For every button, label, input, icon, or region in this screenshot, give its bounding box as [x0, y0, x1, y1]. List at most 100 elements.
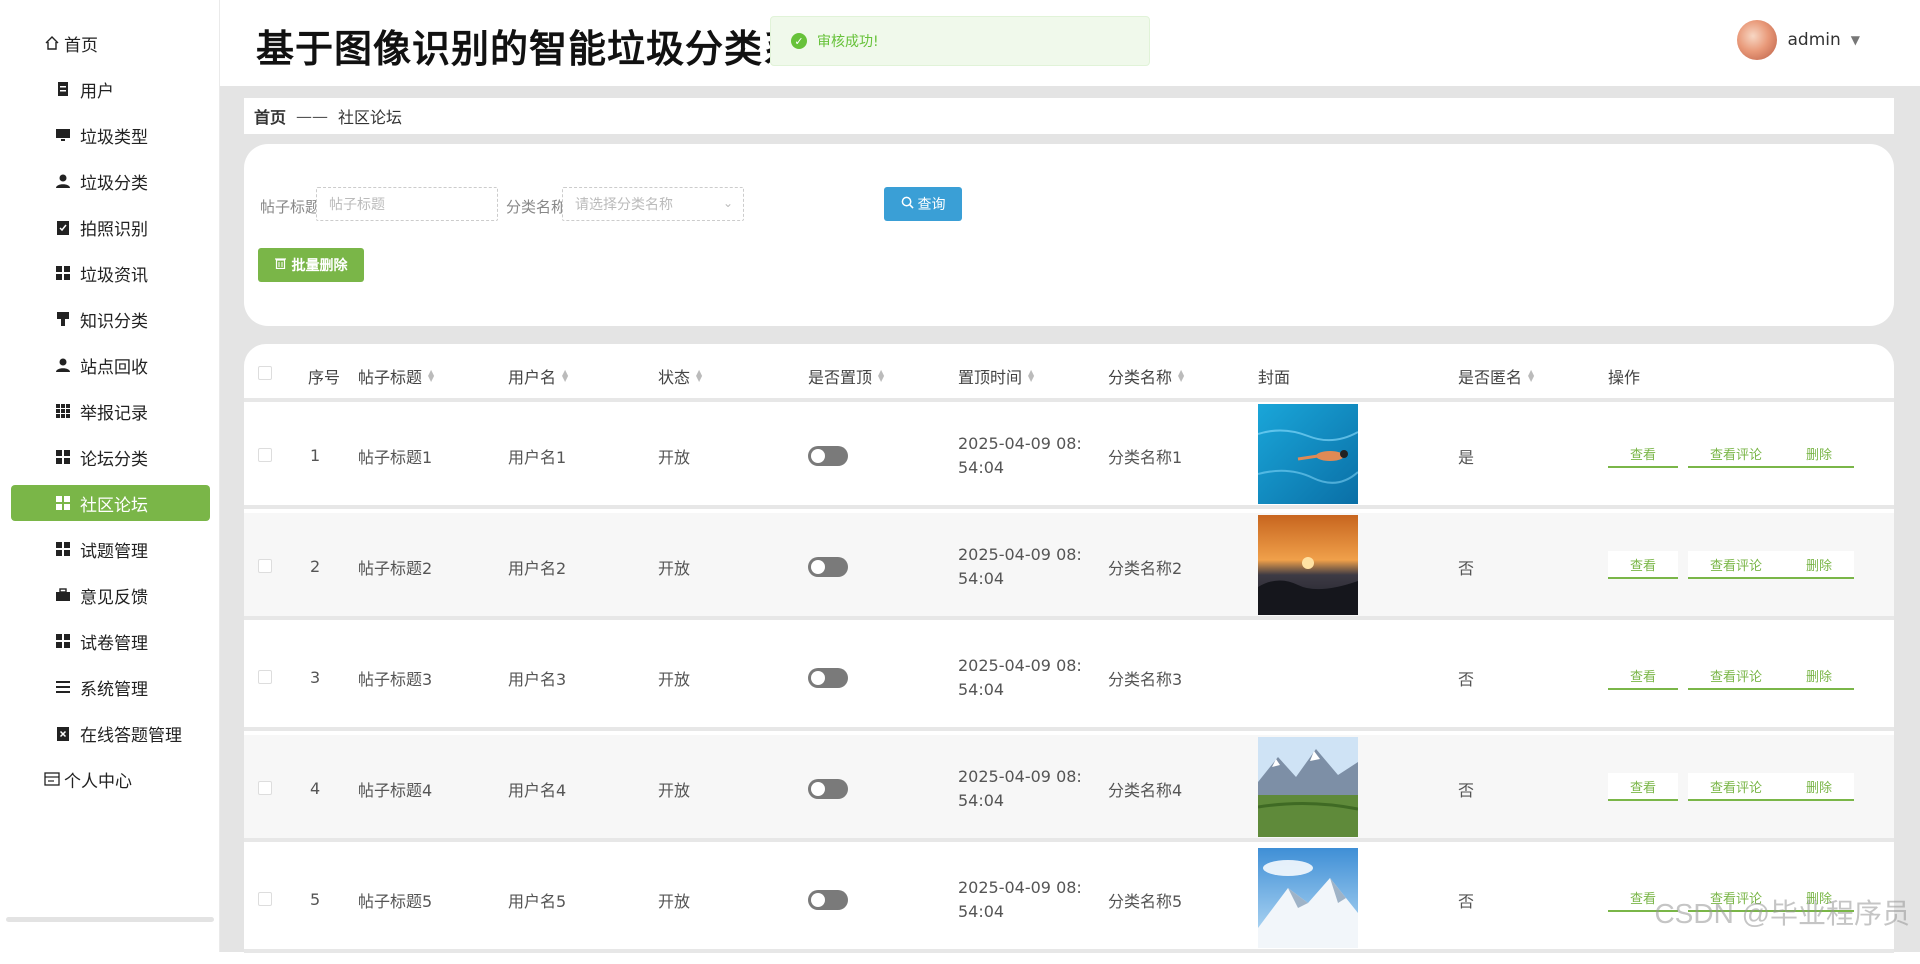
- username-label[interactable]: admin: [1787, 30, 1840, 50]
- table-row: 3 帖子标题3 用户名3 开放 2025-04-09 08: 54:04 分类名称3 否 查看查…: [244, 624, 1894, 731]
- column-header-8[interactable]: 是否匿名 ▲ ▼: [1458, 364, 1534, 388]
- sort-icon[interactable]: ▲ ▼: [696, 369, 702, 383]
- view-comments-button[interactable]: 查看评论: [1688, 773, 1784, 801]
- column-header-3[interactable]: 状态 ▲ ▼: [658, 364, 702, 388]
- delete-button[interactable]: 删除: [1784, 662, 1854, 690]
- header: 基于图像识别的智能垃圾分类系统 ✓ 审核成功! admin ▼: [220, 0, 1920, 86]
- sidebar-item-15[interactable]: 在线答题管理: [0, 710, 219, 756]
- pin-time-line2: 54:04: [958, 679, 1005, 699]
- breadcrumb-current: 社区论坛: [338, 108, 403, 127]
- pinned-toggle[interactable]: [808, 445, 848, 466]
- category-select-placeholder: 请选择分类名称: [575, 197, 673, 213]
- success-toast: ✓ 审核成功!: [770, 16, 1150, 66]
- view-comments-button[interactable]: 查看评论: [1688, 440, 1784, 468]
- table-row: 5 帖子标题5 用户名5 开放 2025-04-09 08: 54:04 分类名称5 否查看查…: [244, 846, 1894, 953]
- grid-icon: [54, 632, 72, 650]
- sidebar-item-0[interactable]: 首页: [0, 20, 219, 66]
- sidebar-item-4[interactable]: 拍照识别: [0, 204, 219, 250]
- sidebar-item-3[interactable]: 垃圾分类: [0, 158, 219, 204]
- table-row: 2 帖子标题2 用户名2 开放 2025-04-09 08: 54:04 分类名称2 否 查看查…: [244, 513, 1894, 620]
- column-header-1[interactable]: 帖子标题 ▲ ▼: [358, 364, 434, 388]
- sort-icon[interactable]: ▲ ▼: [562, 369, 568, 383]
- caret-down-icon[interactable]: ▼: [1851, 33, 1860, 47]
- sidebar-item-label: 拍照识别: [80, 219, 148, 240]
- cell-anonymous: 是: [1458, 447, 1475, 467]
- grid-icon: [54, 494, 72, 512]
- column-header-4[interactable]: 是否置顶 ▲ ▼: [808, 364, 884, 388]
- sidebar-item-7[interactable]: 站点回收: [0, 342, 219, 388]
- view-button[interactable]: 查看: [1608, 440, 1678, 468]
- cell-title: 帖子标题4: [358, 780, 433, 800]
- briefcase-icon: [54, 586, 72, 604]
- sidebar-scrollbar[interactable]: [6, 917, 214, 922]
- sidebar-item-12[interactable]: 意见反馈: [0, 572, 219, 618]
- sort-icon[interactable]: ▲ ▼: [878, 369, 884, 383]
- delete-button[interactable]: 删除: [1784, 440, 1854, 468]
- trash-icon: [274, 257, 286, 273]
- sidebar-item-label: 站点回收: [80, 357, 148, 378]
- pinned-toggle[interactable]: [808, 667, 848, 688]
- view-button[interactable]: 查看: [1608, 773, 1678, 801]
- sidebar-item-11[interactable]: 试题管理: [0, 526, 219, 572]
- sort-icon[interactable]: ▲ ▼: [1028, 369, 1034, 383]
- delete-button[interactable]: 删除: [1784, 551, 1854, 579]
- select-all-checkbox[interactable]: [258, 366, 272, 380]
- pinned-toggle[interactable]: [808, 778, 848, 799]
- cell-cover: [1257, 402, 1359, 509]
- cell-username: 用户名5: [508, 891, 567, 911]
- document-icon: [54, 80, 72, 98]
- pin-time-line2: 54:04: [958, 790, 1005, 810]
- sidebar-item-16[interactable]: 个人中心: [0, 756, 219, 802]
- column-header-5[interactable]: 置顶时间 ▲ ▼: [958, 364, 1034, 388]
- sidebar-item-9[interactable]: 论坛分类: [0, 434, 219, 480]
- row-checkbox[interactable]: [258, 559, 272, 573]
- sidebar-menu: 首页 用户 垃圾类型垃圾分类拍照识别垃圾资讯知识分类站点回收举报记录 论坛分类社区论坛…: [0, 0, 219, 802]
- cell-username: 用户名1: [508, 447, 567, 467]
- title-filter-input[interactable]: 帖子标题: [316, 187, 498, 221]
- table-row: 4 帖子标题4 用户名4 开放 2025-04-09 08: 54:04 分类名称4 否 查看查…: [244, 735, 1894, 842]
- table-header: 序号 帖子标题 ▲ ▼ 用户名 ▲ ▼ 状态 ▲ ▼ 是否置顶 ▲ ▼ 置顶时间 ▲ ▼ 分类名称 ▲ ▼ 封面 是否匿…: [244, 344, 1894, 402]
- cell-status: 开放: [658, 558, 691, 578]
- toast-message: 审核成功!: [817, 34, 879, 50]
- view-button[interactable]: 查看: [1608, 551, 1678, 579]
- sidebar-item-8[interactable]: 举报记录: [0, 388, 219, 434]
- view-comments-button[interactable]: 查看评论: [1688, 551, 1784, 579]
- query-button[interactable]: 查询: [884, 187, 962, 221]
- row-checkbox[interactable]: [258, 448, 272, 462]
- view-comments-button[interactable]: 查看评论: [1688, 662, 1784, 690]
- main-content: 首页 —— 社区论坛 帖子标题 帖子标题 分类名称 请选择分类名称 ⌄ 查询 批…: [220, 86, 1920, 964]
- row-checkbox[interactable]: [258, 781, 272, 795]
- sort-icon[interactable]: ▲ ▼: [1528, 369, 1534, 383]
- column-header-7: 封面: [1258, 364, 1290, 388]
- sidebar-item-label: 知识分类: [80, 311, 148, 332]
- sort-icon[interactable]: ▲ ▼: [1178, 369, 1184, 383]
- column-header-2[interactable]: 用户名 ▲ ▼: [508, 364, 568, 388]
- person-icon: [54, 356, 72, 374]
- row-checkbox[interactable]: [258, 892, 272, 906]
- avatar[interactable]: [1737, 20, 1778, 60]
- breadcrumb-home[interactable]: 首页: [254, 104, 286, 128]
- sidebar-item-13[interactable]: 试卷管理: [0, 618, 219, 664]
- sidebar-item-5[interactable]: 垃圾资讯: [0, 250, 219, 296]
- column-header-6[interactable]: 分类名称 ▲ ▼: [1108, 364, 1184, 388]
- sidebar-item-10[interactable]: 社区论坛: [11, 485, 210, 521]
- pinned-toggle[interactable]: [808, 889, 848, 910]
- delete-button[interactable]: 删除: [1784, 773, 1854, 801]
- sort-icon[interactable]: ▲ ▼: [428, 369, 434, 383]
- sidebar-item-2[interactable]: 垃圾类型: [0, 112, 219, 158]
- column-header-label: 用户名: [508, 368, 557, 387]
- user-menu[interactable]: admin ▼: [1737, 20, 1860, 60]
- row-checkbox[interactable]: [258, 670, 272, 684]
- batch-delete-button[interactable]: 批量删除: [258, 248, 364, 282]
- sidebar-item-1[interactable]: 用户: [0, 66, 219, 112]
- sidebar-item-14[interactable]: 系统管理: [0, 664, 219, 710]
- sidebar-item-label: 垃圾资讯: [80, 265, 148, 286]
- view-button[interactable]: 查看: [1608, 662, 1678, 690]
- sidebar-item-label: 垃圾分类: [80, 173, 148, 194]
- sidebar-item-6[interactable]: 知识分类: [0, 296, 219, 342]
- cell-status: 开放: [658, 447, 691, 467]
- monitor-icon: [54, 126, 72, 144]
- grid9-icon: [54, 402, 72, 420]
- category-select[interactable]: 请选择分类名称 ⌄: [562, 187, 744, 221]
- pinned-toggle[interactable]: [808, 556, 848, 577]
